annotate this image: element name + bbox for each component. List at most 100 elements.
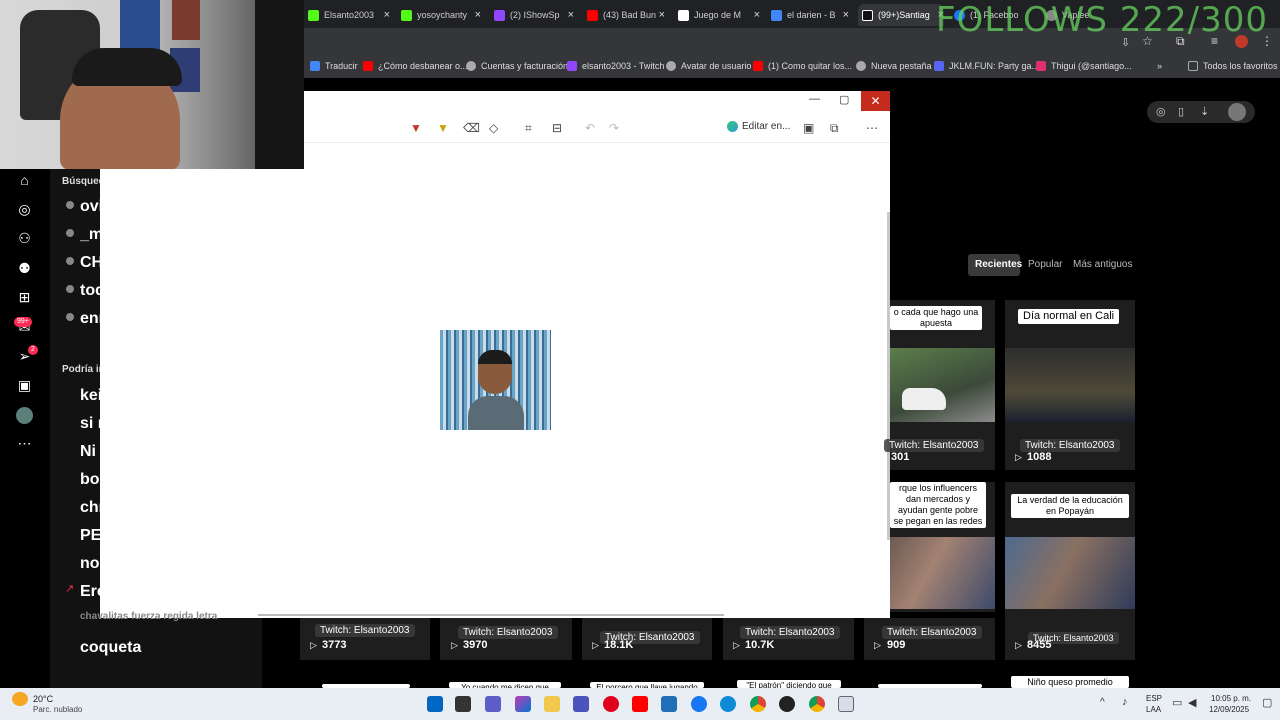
video-card[interactable] — [440, 618, 572, 660]
more-options-icon[interactable]: ⋯ — [866, 121, 878, 135]
save-icon[interactable]: ▣ — [803, 121, 814, 135]
recent-search-item[interactable]: CHU — [80, 254, 100, 272]
bookmarks-overflow-icon[interactable]: » — [1157, 61, 1162, 71]
teams-chat-icon[interactable] — [485, 696, 501, 712]
snipping-tool-icon[interactable] — [838, 696, 854, 712]
network-icon[interactable]: ▭ — [1172, 696, 1182, 709]
bookmark-all-favorites[interactable]: Todos los favoritos — [1188, 61, 1278, 71]
clock-time[interactable]: 10:05 p. m. — [1211, 694, 1251, 703]
tab-bad-bunny[interactable]: (43) Bad Bun × — [587, 4, 665, 26]
obs-icon[interactable] — [779, 696, 795, 712]
pip-icon[interactable]: ◎ — [1156, 105, 1166, 118]
suggestion-item[interactable]: PER — [80, 527, 100, 545]
copilot-taskbar-icon[interactable] — [515, 696, 531, 712]
download-icon[interactable]: ⇣ — [1200, 105, 1209, 118]
video-card[interactable] — [723, 618, 854, 660]
video-card[interactable] — [864, 618, 995, 660]
suggestion-item[interactable]: chavalitas fuerza regida letra — [80, 611, 260, 622]
start-icon[interactable] — [427, 696, 443, 712]
crop-icon[interactable]: ⌗ — [525, 121, 532, 136]
youtube-app-icon[interactable] — [632, 696, 648, 712]
suggestion-item[interactable]: coqueta — [80, 639, 200, 657]
suggestion-item[interactable]: Eres — [80, 583, 100, 601]
bookmark-twitch[interactable]: elsanto2003 - Twitch — [567, 61, 664, 71]
profile-avatar[interactable] — [16, 407, 33, 424]
tab-yosoychanty[interactable]: yosoychanty × — [401, 4, 481, 26]
store-icon[interactable] — [661, 696, 677, 712]
redo-icon[interactable]: ↷ — [609, 121, 619, 135]
weather-temp[interactable]: 20°C — [33, 694, 53, 704]
eraser-icon[interactable]: ⌫ — [463, 121, 480, 135]
suggestion-item[interactable]: box — [80, 471, 100, 489]
facebook-app-icon[interactable] — [691, 696, 707, 712]
recent-search-item[interactable]: _mu — [80, 226, 100, 244]
user-avatar[interactable] — [1228, 103, 1246, 121]
recent-search-item[interactable]: toda — [80, 282, 100, 300]
filter-popular-button[interactable]: Popular — [1028, 259, 1062, 270]
suggestion-item[interactable]: keid — [80, 387, 100, 405]
tab-elsanto[interactable]: Elsanto2003 × — [308, 4, 390, 26]
shapes-icon[interactable]: ◇ — [489, 121, 498, 135]
weather-desc[interactable]: Parc. nublado — [33, 705, 82, 714]
close-tab-icon[interactable]: × — [843, 9, 849, 21]
microphone-icon[interactable]: ♪ — [1122, 696, 1128, 708]
chrome-profile-icon[interactable] — [809, 696, 825, 712]
bookmark-avatar[interactable]: Avatar de usuario — [666, 61, 751, 71]
bookmark-traducir[interactable]: Traducir — [310, 61, 358, 71]
suggestion-item[interactable]: Ni d — [80, 443, 100, 461]
keyboard-layout[interactable]: LAA — [1146, 705, 1161, 714]
tray-chevron-icon[interactable]: ^ — [1100, 697, 1105, 708]
bookmark-desbanear[interactable]: ¿Cómo desbanear o... — [363, 61, 468, 71]
more-icon[interactable]: ⋯ — [16, 435, 33, 452]
device-icon[interactable]: ▯ — [1178, 105, 1184, 118]
suggestion-item[interactable]: si m — [80, 415, 100, 433]
tab-santiago-active[interactable]: (99+)Santiag × — [858, 4, 944, 26]
highlighter-icon[interactable]: ▼ — [437, 121, 449, 135]
suggestion-item[interactable]: chri — [80, 499, 100, 517]
undo-icon[interactable]: ↶ — [585, 121, 595, 135]
maximize-button[interactable]: ▢ — [839, 93, 849, 106]
tab-ishowspeed[interactable]: (2) IShowSp × — [494, 4, 574, 26]
chrome-icon[interactable] — [750, 696, 766, 712]
opera-icon[interactable] — [603, 696, 619, 712]
friends-icon[interactable]: ⚉ — [16, 260, 33, 277]
close-tab-icon[interactable]: × — [754, 9, 760, 21]
copy-icon[interactable]: ⧉ — [830, 121, 839, 136]
live-icon[interactable]: ▣ — [16, 377, 33, 394]
teams-icon[interactable] — [573, 696, 589, 712]
bookmark-instagram[interactable]: Thigui (@santiago... — [1036, 61, 1132, 71]
suggestion-item[interactable]: no e — [80, 555, 100, 573]
close-tab-icon[interactable]: × — [659, 9, 665, 21]
file-explorer-icon[interactable] — [544, 696, 560, 712]
edit-in-button[interactable]: Editar en... — [742, 121, 790, 132]
explore-icon[interactable]: ◎ — [16, 201, 33, 218]
volume-icon[interactable]: ◀ — [1188, 696, 1196, 709]
bookmark-jklm[interactable]: JKLM.FUN: Party ga... — [934, 61, 1039, 71]
clock-date[interactable]: 12/09/2025 — [1209, 705, 1249, 714]
pen-tool-icon[interactable]: ▼ — [410, 121, 422, 135]
keyboard-lang[interactable]: ESP — [1146, 694, 1162, 703]
home-icon[interactable]: ⌂ — [16, 172, 33, 189]
notifications-icon[interactable]: ▢ — [1262, 696, 1272, 709]
viewed-photo — [440, 330, 551, 430]
filter-recent-button[interactable]: Recientes — [975, 259, 1022, 270]
text-extract-icon[interactable]: ⊟ — [552, 121, 562, 135]
close-tab-icon[interactable]: × — [384, 9, 390, 21]
recent-search-item[interactable]: enri — [80, 310, 100, 328]
bookmark-como-quitar[interactable]: (1) Como quitar los... — [753, 61, 852, 71]
minimize-button[interactable]: — — [809, 93, 820, 105]
close-tab-icon[interactable]: × — [475, 9, 481, 21]
tab-juego[interactable]: Juego de M × — [678, 4, 760, 26]
bookmark-cuentas[interactable]: Cuentas y facturación — [466, 61, 568, 71]
tab-el-darien[interactable]: el darien - B × — [771, 4, 849, 26]
viewer-horizontal-scrollbar[interactable] — [258, 614, 724, 616]
filter-oldest-button[interactable]: Más antiguos — [1073, 259, 1132, 270]
recent-search-item[interactable]: ovi v — [80, 198, 100, 216]
close-tab-icon[interactable]: × — [568, 9, 574, 21]
upload-icon[interactable]: ⊞ — [16, 289, 33, 306]
edge-icon[interactable] — [720, 696, 736, 712]
task-view-icon[interactable] — [455, 696, 471, 712]
close-window-button[interactable]: ✕ — [861, 91, 890, 111]
following-icon[interactable]: ⚇ — [16, 230, 33, 247]
bookmark-nueva-pestana[interactable]: Nueva pestaña — [856, 61, 932, 71]
